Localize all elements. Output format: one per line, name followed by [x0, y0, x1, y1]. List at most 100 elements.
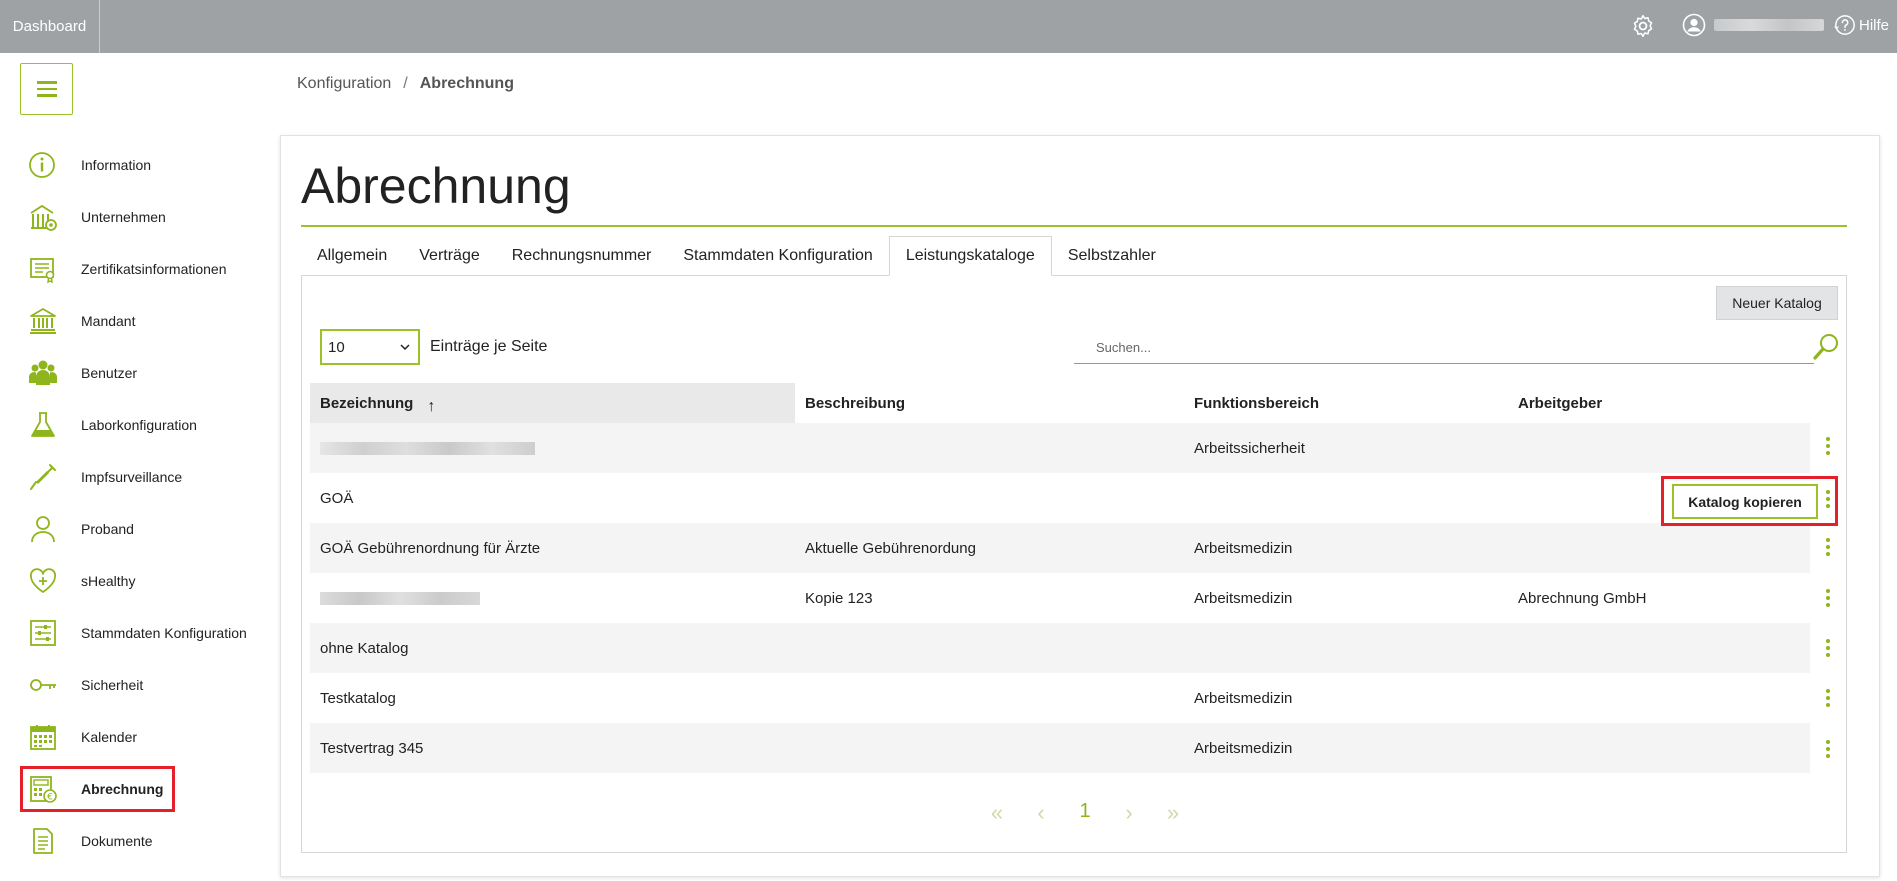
cell-funktionsbereich: [1184, 473, 1194, 523]
page-1-button[interactable]: 1: [1063, 800, 1107, 826]
sidebar-item-laborkonfiguration[interactable]: Laborkonfiguration: [20, 402, 260, 448]
cell-funktionsbereich: [1184, 623, 1194, 673]
new-catalog-button[interactable]: Neuer Katalog: [1716, 286, 1838, 320]
row-menu-icon[interactable]: [1821, 522, 1835, 572]
sidebar-item-stammdaten-konfiguration[interactable]: Stammdaten Konfiguration: [20, 610, 260, 656]
next-page-button[interactable]: ›: [1107, 800, 1151, 826]
person-icon: [31, 516, 55, 543]
syringe-icon: [30, 464, 56, 490]
document-icon: [33, 828, 53, 854]
cell-beschreibung: Aktuelle Gebührenordung: [805, 539, 976, 557]
tab-stammdaten-konfiguration[interactable]: Stammdaten Konfiguration: [667, 236, 888, 276]
dashboard-link[interactable]: Dashboard: [0, 0, 100, 53]
help-icon: [1835, 15, 1855, 35]
row-menu-icon[interactable]: [1821, 724, 1835, 774]
tab-allgemein[interactable]: Allgemein: [301, 236, 403, 276]
page-size-label: Einträge je Seite: [430, 338, 548, 355]
row-menu-icon[interactable]: [1821, 623, 1835, 673]
page-size-select[interactable]: 10: [320, 329, 420, 365]
redacted-text: [320, 441, 535, 455]
svg-text:€: €: [47, 793, 53, 803]
cell-beschreibung: [795, 673, 805, 723]
help-link[interactable]: Hilfe: [1834, 14, 1889, 36]
tab-leistungskataloge[interactable]: Leistungskataloge: [888, 236, 1052, 276]
sidebar-item-label: Unternehmen: [81, 209, 166, 225]
sidebar-item-benutzer[interactable]: Benutzer: [20, 350, 260, 396]
column-header-arbeitgeber[interactable]: Arbeitgeber: [1508, 383, 1808, 423]
user-icon: [1682, 13, 1706, 37]
cell-bezeichnung-redacted: [310, 573, 480, 623]
cell-arbeitgeber: [1508, 523, 1518, 573]
cell-arbeitgeber: Abrechnung GmbH: [1518, 589, 1647, 607]
sidebar-item-mandant[interactable]: Mandant: [20, 298, 260, 344]
cell-arbeitgeber: [1508, 723, 1518, 773]
copy-catalog-button[interactable]: Katalog kopieren: [1672, 484, 1818, 519]
sidebar-item-label: Mandant: [81, 313, 136, 329]
first-page-button[interactable]: «: [975, 800, 1019, 826]
help-label: Hilfe: [1859, 16, 1890, 34]
table-row[interactable]: Arbeitssicherheit: [310, 423, 1810, 473]
heart-plus-icon: [30, 568, 56, 593]
sliders-icon: [30, 620, 56, 646]
sidebar-item-label: Stammdaten Konfiguration: [81, 625, 247, 641]
breadcrumb-parent[interactable]: Konfiguration: [297, 75, 391, 92]
calculator-icon: €: [30, 776, 57, 803]
title-divider: [301, 225, 1847, 227]
table-header: Bezeichnung ↑ Beschreibung Funktionsbere…: [310, 383, 1810, 423]
redacted-text: [320, 591, 480, 605]
cell-bezeichnung: Testvertrag 345: [320, 739, 424, 757]
cell-beschreibung: [795, 623, 805, 673]
breadcrumb: Konfiguration / Abrechnung: [297, 75, 514, 93]
sidebar-item-label: Information: [81, 157, 152, 173]
users-icon: [29, 360, 57, 385]
sidebar-item-zertifikatsinformationen[interactable]: Zertifikatsinformationen: [20, 246, 260, 292]
sidebar-item-information[interactable]: Information: [20, 142, 260, 188]
cell-bezeichnung: ohne Katalog: [320, 639, 409, 657]
sidebar-item-sicherheit[interactable]: Sicherheit: [20, 662, 260, 708]
calendar-icon: [30, 725, 56, 750]
search-input[interactable]: Suchen...: [1074, 332, 1814, 364]
table-row[interactable]: Kopie 123 Arbeitsmedizin Abrechnung GmbH: [310, 573, 1810, 623]
sidebar-item-kalender[interactable]: Kalender: [20, 714, 260, 760]
sidebar-item-shealthy[interactable]: sHealthy: [20, 558, 260, 604]
gear-icon[interactable]: [1630, 13, 1656, 39]
cell-bezeichnung: Testkatalog: [320, 689, 396, 707]
row-menu-icon[interactable]: [1821, 573, 1835, 623]
search-icon[interactable]: [1812, 332, 1840, 362]
table-row[interactable]: GOÄ Gebührenordnung für Ärzte Aktuelle G…: [310, 523, 1810, 573]
column-header-beschreibung[interactable]: Beschreibung: [795, 383, 1185, 423]
cell-bezeichnung-redacted: [310, 423, 535, 473]
table-row[interactable]: ohne Katalog: [310, 623, 1810, 673]
column-header-funktionsbereich[interactable]: Funktionsbereich: [1184, 383, 1508, 423]
table-row[interactable]: Testvertrag 345 Arbeitsmedizin: [310, 723, 1810, 773]
column-header-label: Bezeichnung: [320, 394, 414, 412]
user-menu[interactable]: ⌄: [1682, 13, 1841, 37]
sidebar-item-unternehmen[interactable]: Unternehmen: [20, 194, 260, 240]
sidebar-item-proband[interactable]: Proband: [20, 506, 260, 552]
page-size-value: 10: [328, 338, 345, 356]
sidebar-item-label: Zertifikatsinformationen: [81, 261, 227, 277]
sidebar-item-abrechnung[interactable]: € Abrechnung: [20, 766, 175, 812]
last-page-button[interactable]: »: [1151, 800, 1195, 826]
tab-selbstzahler[interactable]: Selbstzahler: [1052, 236, 1172, 276]
cell-funktionsbereich: Arbeitssicherheit: [1194, 439, 1305, 457]
row-menu-icon[interactable]: [1821, 421, 1835, 471]
prev-page-button[interactable]: ‹: [1019, 800, 1063, 826]
menu-toggle-button[interactable]: [20, 63, 73, 115]
tab-rechnungsnummer[interactable]: Rechnungsnummer: [496, 236, 668, 276]
cell-funktionsbereich: Arbeitsmedizin: [1194, 689, 1293, 707]
breadcrumb-current: Abrechnung: [419, 75, 514, 92]
cell-beschreibung: [795, 423, 805, 473]
column-header-bezeichnung[interactable]: Bezeichnung ↑: [310, 383, 795, 423]
sidebar-item-label: Benutzer: [81, 365, 138, 381]
table-row[interactable]: GOÄ: [310, 473, 1810, 523]
sidebar-item-dokumente[interactable]: Dokumente: [20, 818, 260, 864]
sidebar-item-label: Dokumente: [81, 833, 153, 849]
tab-vertraege[interactable]: Verträge: [403, 236, 495, 276]
cell-funktionsbereich: Arbeitsmedizin: [1194, 589, 1293, 607]
row-menu-icon[interactable]: [1821, 673, 1835, 723]
cell-beschreibung: Kopie 123: [805, 589, 873, 607]
cell-arbeitgeber: [1508, 473, 1518, 523]
sidebar-item-impfsurveillance[interactable]: Impfsurveillance: [20, 454, 260, 500]
table-row[interactable]: Testkatalog Arbeitsmedizin: [310, 673, 1810, 723]
